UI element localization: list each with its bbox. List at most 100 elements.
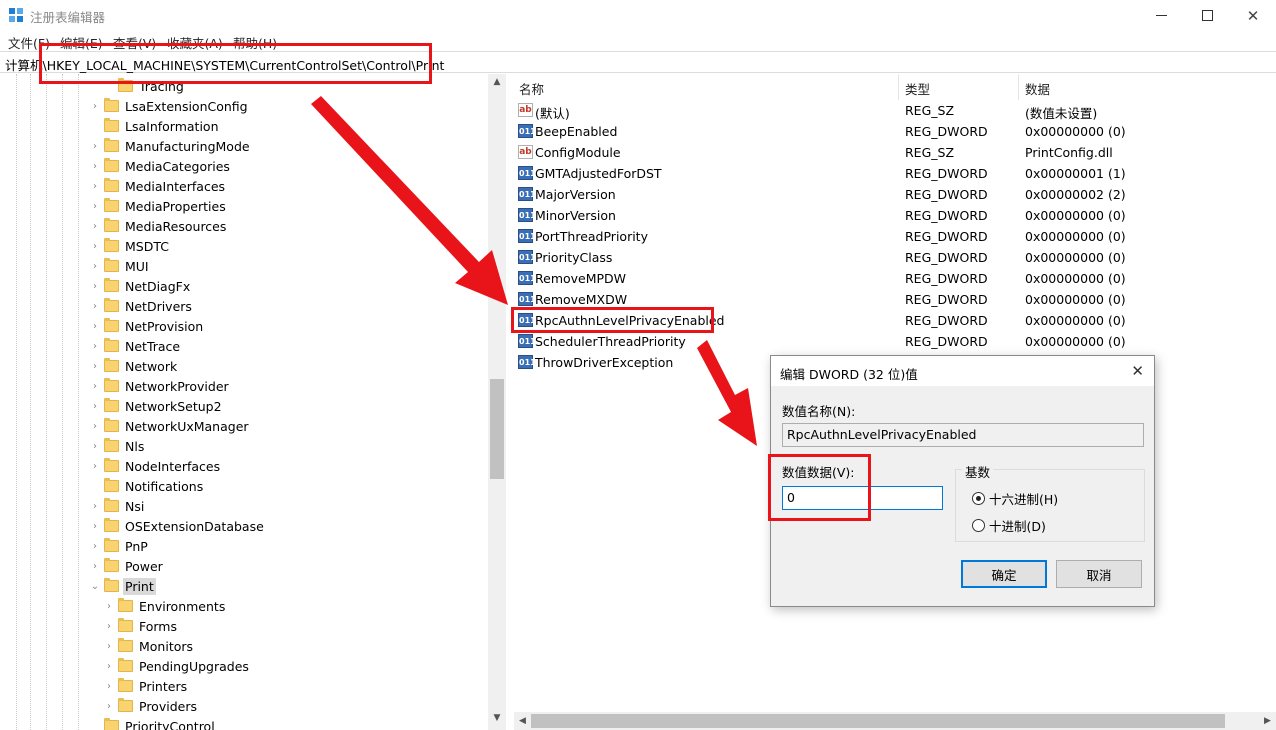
tree-item[interactable]: › Monitors	[102, 636, 195, 656]
chevron-right-icon[interactable]: ›	[88, 361, 102, 372]
tree-item-label: NetProvision	[125, 318, 204, 334]
tree-item[interactable]: › Environments	[102, 596, 227, 616]
tree-item[interactable]: › Network	[88, 356, 179, 376]
tree-item[interactable]: › NetworkSetup2	[88, 396, 224, 416]
chevron-right-icon[interactable]: ›	[88, 561, 102, 572]
tree-item[interactable]: › MSDTC	[88, 236, 171, 256]
tree-item[interactable]: › MediaResources	[88, 216, 228, 236]
column-type-header[interactable]: 类型	[905, 79, 930, 98]
scroll-thumb[interactable]	[531, 714, 1225, 728]
value-row[interactable]: 011 GMTAdjustedForDST REG_DWORD 0x00000001 …	[510, 163, 1276, 184]
data-field-highlight-box	[768, 454, 871, 521]
key-tree[interactable]: Tracing › LsaExtensionConfig LsaInformation…	[0, 74, 506, 730]
tree-item[interactable]: › MediaInterfaces	[88, 176, 227, 196]
value-row[interactable]: ab (默认) REG_SZ (数值未设置)	[510, 100, 1276, 121]
tree-item[interactable]: › NetTrace	[88, 336, 182, 356]
tree-item[interactable]: › PnP	[88, 536, 150, 556]
chevron-right-icon[interactable]: ›	[88, 341, 102, 352]
cancel-button[interactable]: 取消	[1056, 560, 1142, 588]
dialog-close-icon[interactable]: ✕	[1131, 362, 1144, 380]
chevron-right-icon[interactable]: ›	[102, 681, 116, 692]
tree-item[interactable]: › MUI	[88, 256, 151, 276]
tree-item[interactable]: › Providers	[102, 696, 199, 716]
radio-hexadecimal[interactable]: 十六进制(H)	[972, 489, 1058, 508]
chevron-right-icon[interactable]: ›	[88, 421, 102, 432]
chevron-right-icon[interactable]: ›	[88, 521, 102, 532]
chevron-right-icon[interactable]: ›	[88, 201, 102, 212]
tree-item[interactable]: › Power	[88, 556, 165, 576]
tree-item[interactable]: › NetDiagFx	[88, 276, 192, 296]
tree-item[interactable]: › Nls	[88, 436, 146, 456]
tree-item[interactable]: › Nsi	[88, 496, 146, 516]
tree-item[interactable]: ⌄ Print	[88, 576, 156, 596]
tree-item[interactable]: › NodeInterfaces	[88, 456, 222, 476]
chevron-right-icon[interactable]: ›	[88, 241, 102, 252]
value-row[interactable]: 011 BeepEnabled REG_DWORD 0x00000000 (0)	[510, 121, 1276, 142]
chevron-right-icon[interactable]: ›	[88, 301, 102, 312]
chevron-right-icon[interactable]: ›	[102, 621, 116, 632]
tree-item[interactable]: › NetProvision	[88, 316, 205, 336]
ok-button[interactable]: 确定	[961, 560, 1047, 588]
chevron-right-icon[interactable]: ›	[88, 501, 102, 512]
tree-item[interactable]: › MediaProperties	[88, 196, 228, 216]
tree-item[interactable]: PriorityControl	[88, 716, 217, 730]
tree-item[interactable]: › NetDrivers	[88, 296, 194, 316]
chevron-right-icon[interactable]: ›	[102, 641, 116, 652]
minimize-button[interactable]	[1138, 0, 1184, 31]
scroll-down-icon[interactable]: ▼	[488, 710, 506, 727]
scroll-left-icon[interactable]: ◀	[514, 712, 531, 730]
column-name-header[interactable]: 名称	[519, 79, 544, 98]
chevron-right-icon[interactable]: ›	[88, 401, 102, 412]
tree-item[interactable]: › ManufacturingMode	[88, 136, 252, 156]
tree-item[interactable]: › LsaExtensionConfig	[88, 96, 250, 116]
value-row[interactable]: 011 RemoveMPDW REG_DWORD 0x00000000 (0)	[510, 268, 1276, 289]
chevron-right-icon[interactable]: ›	[88, 381, 102, 392]
value-data: 0x00000001 (1)	[1025, 166, 1126, 181]
tree-item[interactable]: Notifications	[88, 476, 205, 496]
chevron-right-icon[interactable]: ›	[88, 181, 102, 192]
value-row[interactable]: ab ConfigModule REG_SZ PrintConfig.dll	[510, 142, 1276, 163]
maximize-button[interactable]	[1184, 0, 1230, 31]
tree-item[interactable]: › Printers	[102, 676, 189, 696]
tree-item[interactable]: › MediaCategories	[88, 156, 232, 176]
tree-vertical-scrollbar[interactable]: ▲ ▼	[488, 74, 506, 730]
chevron-right-icon[interactable]: ›	[88, 141, 102, 152]
tree-item[interactable]: › NetworkProvider	[88, 376, 231, 396]
tree-item-label: Forms	[139, 618, 178, 634]
scroll-up-icon[interactable]: ▲	[488, 74, 506, 91]
chevron-right-icon[interactable]: ›	[88, 461, 102, 472]
chevron-right-icon[interactable]: ›	[88, 221, 102, 232]
chevron-down-icon[interactable]: ⌄	[88, 581, 102, 592]
tree-item[interactable]: › OSExtensionDatabase	[88, 516, 266, 536]
tree-item-label: LsaExtensionConfig	[125, 98, 248, 114]
list-horizontal-scrollbar[interactable]: ◀ ▶	[514, 712, 1276, 730]
tree-item[interactable]: › Forms	[102, 616, 179, 636]
tree-item[interactable]: › PendingUpgrades	[102, 656, 251, 676]
column-divider[interactable]	[1018, 74, 1019, 100]
column-divider[interactable]	[898, 74, 899, 100]
chevron-right-icon[interactable]: ›	[88, 441, 102, 452]
chevron-right-icon[interactable]: ›	[88, 261, 102, 272]
chevron-right-icon[interactable]: ›	[102, 661, 116, 672]
tree-item[interactable]: LsaInformation	[88, 116, 221, 136]
column-data-header[interactable]: 数据	[1025, 79, 1050, 98]
scroll-thumb[interactable]	[490, 379, 504, 479]
chevron-right-icon[interactable]: ›	[88, 321, 102, 332]
value-row[interactable]: 011 SchedulerThreadPriority REG_DWORD 0x000…	[510, 331, 1276, 352]
chevron-right-icon[interactable]: ›	[88, 541, 102, 552]
value-row[interactable]: 011 MajorVersion REG_DWORD 0x00000002 (2)	[510, 184, 1276, 205]
folder-icon	[104, 458, 119, 472]
radio-decimal[interactable]: 十进制(D)	[972, 516, 1046, 535]
close-button[interactable]: ✕	[1230, 0, 1276, 31]
scroll-right-icon[interactable]: ▶	[1259, 712, 1276, 730]
chevron-right-icon[interactable]: ›	[102, 601, 116, 612]
tree-item[interactable]: › NetworkUxManager	[88, 416, 251, 436]
chevron-right-icon[interactable]: ›	[88, 161, 102, 172]
chevron-right-icon[interactable]: ›	[88, 101, 102, 112]
value-row[interactable]: 011 MinorVersion REG_DWORD 0x00000000 (0)	[510, 205, 1276, 226]
chevron-right-icon[interactable]: ›	[88, 281, 102, 292]
window-title: 注册表编辑器	[30, 10, 106, 25]
chevron-right-icon[interactable]: ›	[102, 701, 116, 712]
value-row[interactable]: 011 PortThreadPriority REG_DWORD 0x00000000…	[510, 226, 1276, 247]
value-row[interactable]: 011 PriorityClass REG_DWORD 0x00000000 (0)	[510, 247, 1276, 268]
